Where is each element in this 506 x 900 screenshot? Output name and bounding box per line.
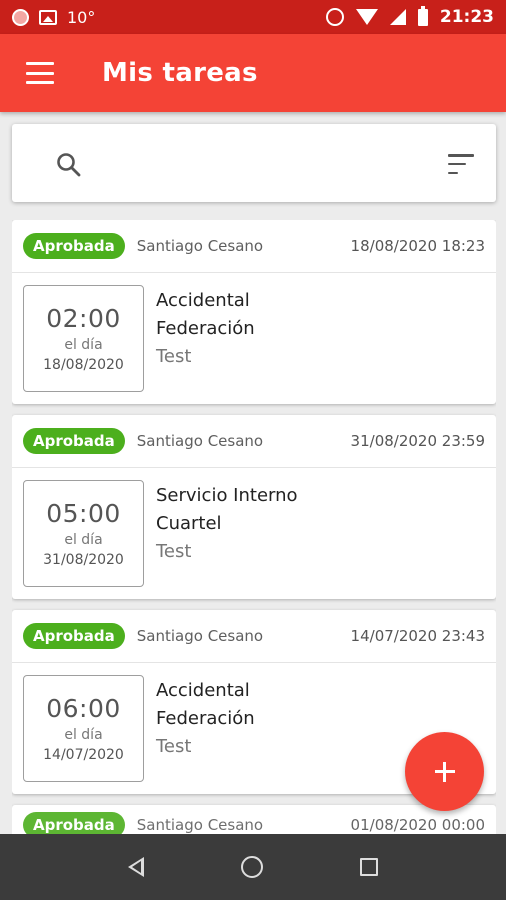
task-time: 06:00 bbox=[46, 694, 121, 723]
task-timestamp: 18/08/2020 18:23 bbox=[350, 237, 485, 255]
task-card-body: 05:00 el día 31/08/2020 Servicio Interno… bbox=[12, 468, 496, 587]
home-icon[interactable] bbox=[240, 856, 263, 878]
search-icon[interactable] bbox=[56, 152, 82, 178]
task-subtitle: Test bbox=[156, 346, 192, 367]
task-details: Servicio Interno Cuartel Test bbox=[156, 480, 298, 587]
task-owner: Santiago Cesano bbox=[136, 432, 264, 450]
task-title-line2: Federación bbox=[156, 708, 255, 729]
task-title-line1: Accidental bbox=[156, 680, 250, 701]
task-time: 02:00 bbox=[46, 304, 121, 333]
back-icon[interactable] bbox=[128, 857, 145, 877]
task-timestamp: 31/08/2020 23:59 bbox=[350, 432, 485, 450]
task-time: 05:00 bbox=[46, 499, 121, 528]
task-card-header: Aprobada Santiago Cesano 31/08/2020 23:5… bbox=[12, 415, 496, 468]
status-badge: Aprobada bbox=[23, 233, 125, 259]
task-day-label: el día bbox=[64, 727, 103, 743]
image-notification-icon bbox=[39, 9, 57, 25]
page-title: Mis tareas bbox=[102, 58, 258, 88]
status-badge: Aprobada bbox=[23, 812, 125, 834]
task-date: 31/08/2020 bbox=[43, 552, 124, 568]
status-bar: 10° 21:23 bbox=[0, 0, 506, 34]
task-title-line1: Accidental bbox=[156, 290, 250, 311]
battery-icon bbox=[417, 5, 428, 26]
signal-icon bbox=[389, 9, 406, 25]
plus-icon bbox=[434, 761, 455, 782]
temperature-text: 10° bbox=[67, 7, 96, 27]
task-owner: Santiago Cesano bbox=[136, 816, 264, 834]
task-details: Accidental Federación Test bbox=[156, 675, 255, 782]
add-task-button[interactable] bbox=[405, 732, 484, 811]
task-card[interactable]: Aprobada Santiago Cesano 18/08/2020 18:2… bbox=[12, 220, 496, 404]
task-details: Accidental Federación Test bbox=[156, 285, 255, 392]
task-date: 14/07/2020 bbox=[43, 747, 124, 763]
task-card[interactable]: Aprobada Santiago Cesano 31/08/2020 23:5… bbox=[12, 415, 496, 599]
notification-dot-icon bbox=[12, 8, 29, 26]
filter-icon[interactable] bbox=[448, 154, 474, 174]
task-title-line2: Cuartel bbox=[156, 513, 222, 534]
menu-icon[interactable] bbox=[26, 62, 54, 84]
status-badge: Aprobada bbox=[23, 428, 125, 454]
task-card-header: Aprobada Santiago Cesano 18/08/2020 18:2… bbox=[12, 220, 496, 273]
task-time-box: 05:00 el día 31/08/2020 bbox=[23, 480, 144, 587]
wifi-icon bbox=[355, 9, 378, 25]
task-time-box: 02:00 el día 18/08/2020 bbox=[23, 285, 144, 392]
recents-icon[interactable] bbox=[359, 858, 378, 876]
task-title-line1: Servicio Interno bbox=[156, 485, 298, 506]
task-time-box: 06:00 el día 14/07/2020 bbox=[23, 675, 144, 782]
app-bar: Mis tareas bbox=[0, 34, 506, 112]
task-owner: Santiago Cesano bbox=[136, 627, 264, 645]
task-day-label: el día bbox=[64, 337, 103, 353]
task-day-label: el día bbox=[64, 532, 103, 548]
navigation-bar bbox=[0, 834, 506, 900]
search-bar[interactable] bbox=[12, 124, 496, 202]
status-badge: Aprobada bbox=[23, 623, 125, 649]
task-title-line2: Federación bbox=[156, 318, 255, 339]
task-subtitle: Test bbox=[156, 541, 192, 562]
task-subtitle: Test bbox=[156, 736, 192, 757]
alarm-icon bbox=[325, 8, 344, 26]
task-timestamp: 01/08/2020 00:00 bbox=[350, 816, 485, 834]
task-timestamp: 14/07/2020 23:43 bbox=[350, 627, 485, 645]
task-card[interactable]: Aprobada Santiago Cesano 01/08/2020 00:0… bbox=[12, 805, 496, 834]
clock-time: 21:23 bbox=[439, 7, 494, 27]
task-card-header: Aprobada Santiago Cesano 14/07/2020 23:4… bbox=[12, 610, 496, 663]
task-card-body: 02:00 el día 18/08/2020 Accidental Feder… bbox=[12, 273, 496, 392]
task-owner: Santiago Cesano bbox=[136, 237, 264, 255]
task-date: 18/08/2020 bbox=[43, 357, 124, 373]
